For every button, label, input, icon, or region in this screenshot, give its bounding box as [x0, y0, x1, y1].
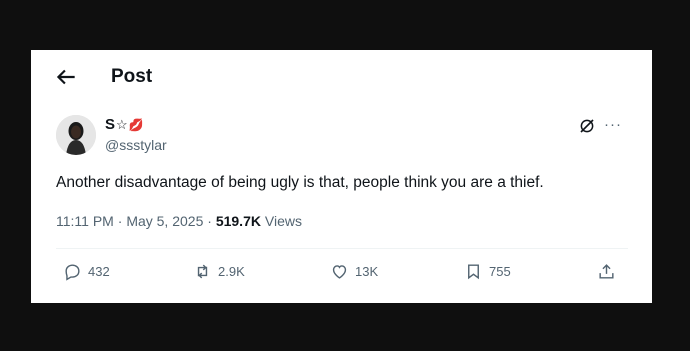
repost-count: 2.9K — [218, 264, 245, 279]
grok-icon — [580, 119, 594, 133]
repost-icon — [197, 264, 208, 279]
author-handle[interactable]: @ssstylar — [105, 137, 167, 153]
post-card: Post S ☆ 💋 @ssstylar ··· Another disadva… — [31, 50, 652, 303]
post-date[interactable]: May 5, 2025 — [126, 213, 203, 229]
share-button[interactable] — [597, 262, 616, 281]
meta-separator: · — [117, 213, 123, 229]
divider — [56, 248, 628, 249]
author-name-text: S — [105, 116, 116, 133]
bookmark-icon — [468, 264, 479, 280]
repost-button[interactable]: 2.9K — [193, 262, 245, 281]
star-emoji: ☆ — [116, 116, 128, 132]
post-time[interactable]: 11:11 PM — [56, 213, 114, 229]
views-count: 519.7K — [215, 213, 261, 229]
views-label: Views — [264, 213, 302, 229]
avatar[interactable] — [56, 115, 96, 155]
back-button[interactable] — [53, 64, 79, 90]
like-button[interactable]: 13K — [330, 262, 378, 281]
lips-emoji: 💋 — [128, 117, 144, 132]
heart-icon — [332, 265, 347, 279]
more-icon[interactable]: ··· — [604, 116, 622, 133]
bookmark-button[interactable]: 755 — [464, 262, 511, 281]
post-header: Post — [31, 50, 652, 105]
avatar-image — [56, 115, 96, 155]
bookmark-count: 755 — [489, 264, 511, 279]
post-meta: 11:11 PM · May 5, 2025 · 519.7K Views — [56, 213, 302, 229]
share-icon — [599, 264, 614, 279]
author-name[interactable]: S ☆ 💋 — [105, 116, 144, 133]
post-text: Another disadvantage of being ugly is th… — [56, 174, 544, 191]
reply-count: 432 — [88, 264, 110, 279]
grok-button[interactable] — [578, 117, 596, 135]
page-title: Post — [111, 66, 153, 87]
like-count: 13K — [355, 264, 379, 279]
reply-icon — [65, 264, 80, 281]
arrow-left-icon — [56, 69, 75, 85]
reply-button[interactable]: 432 — [63, 262, 110, 281]
action-bar: 432 2.9K 13K 755 — [31, 258, 652, 288]
meta-separator: · — [207, 213, 212, 229]
